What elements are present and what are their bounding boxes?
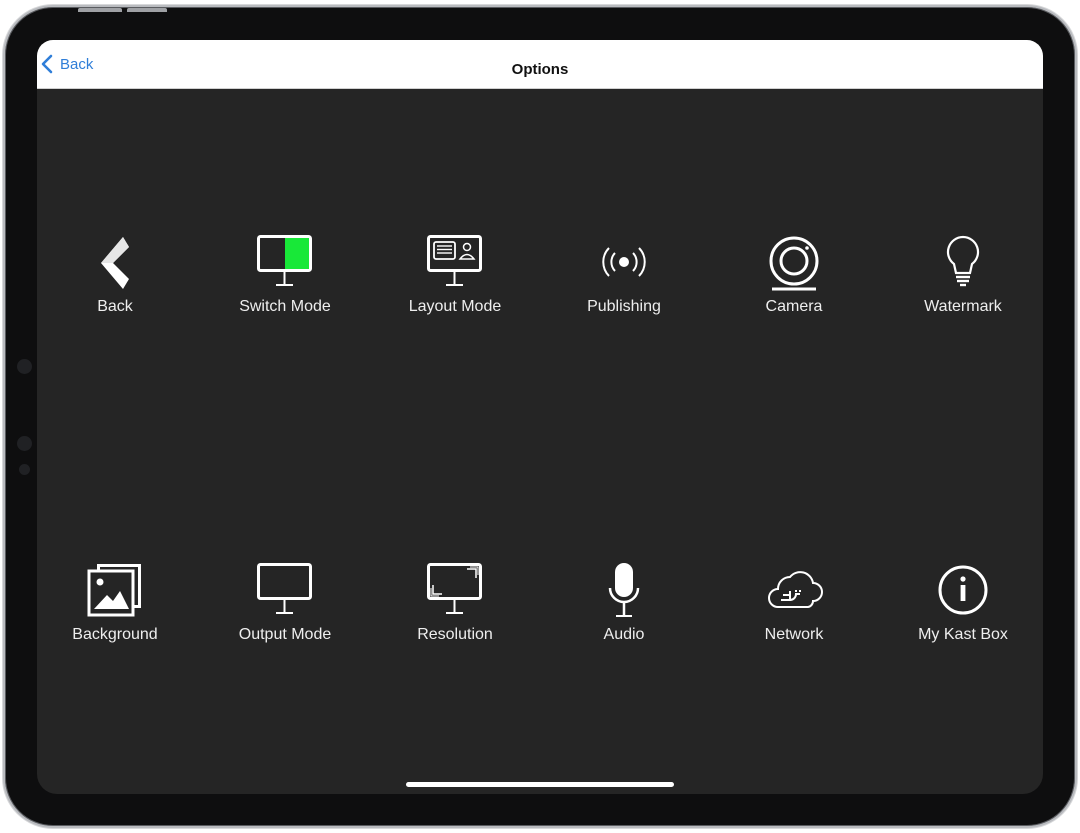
- navigation-bar: Back Options: [37, 40, 1043, 89]
- lightbulb-icon: [933, 233, 993, 293]
- home-indicator[interactable]: [406, 782, 674, 787]
- side-sensor: [19, 464, 30, 475]
- tile-camera[interactable]: Camera: [714, 233, 874, 343]
- side-sensor: [17, 436, 32, 451]
- tile-my-kast-box[interactable]: My Kast Box: [883, 561, 1043, 671]
- tile-background[interactable]: Background: [37, 561, 195, 671]
- tile-label: Layout Mode: [408, 298, 502, 315]
- tile-layout-mode[interactable]: Layout Mode: [375, 233, 535, 343]
- tile-publishing[interactable]: Publishing: [544, 233, 704, 343]
- tile-back[interactable]: Back: [37, 233, 195, 343]
- tile-label: Publishing: [587, 298, 661, 315]
- tile-resolution[interactable]: Resolution: [375, 561, 535, 671]
- monitor-icon: [255, 561, 315, 621]
- tile-label: Audio: [603, 626, 645, 643]
- switch-mode-monitor-icon: [255, 233, 315, 293]
- tile-label: Back: [97, 298, 133, 315]
- page-title: Options: [511, 61, 569, 78]
- info-icon: [933, 561, 993, 621]
- tile-label: My Kast Box: [918, 626, 1008, 643]
- image-stack-icon: [85, 561, 145, 621]
- cloud-plug-icon: [764, 561, 824, 621]
- tile-audio[interactable]: Audio: [544, 561, 704, 671]
- layout-mode-monitor-icon: [425, 233, 485, 293]
- microphone-icon: [594, 561, 654, 621]
- tile-label: Watermark: [924, 298, 1002, 315]
- tile-label: Camera: [765, 298, 823, 315]
- tile-switch-mode[interactable]: Switch Mode: [205, 233, 365, 343]
- app-screen: Back Options Back Switch Mode Layout Mod…: [37, 40, 1043, 794]
- tile-label: Background: [72, 626, 158, 643]
- resolution-monitor-icon: [425, 561, 485, 621]
- volume-button-top: [78, 8, 122, 12]
- tile-watermark[interactable]: Watermark: [883, 233, 1043, 343]
- side-sensor: [17, 359, 32, 374]
- tile-output-mode[interactable]: Output Mode: [205, 561, 365, 671]
- camera-icon: [764, 233, 824, 293]
- volume-button-top-2: [127, 8, 167, 12]
- tile-label: Switch Mode: [239, 298, 331, 315]
- tile-network[interactable]: Network: [714, 561, 874, 671]
- tile-label: Network: [764, 626, 824, 643]
- tile-label: Resolution: [417, 626, 493, 643]
- tile-label: Output Mode: [238, 626, 332, 643]
- broadcast-icon: [594, 233, 654, 293]
- back-chevron-icon: [85, 233, 145, 293]
